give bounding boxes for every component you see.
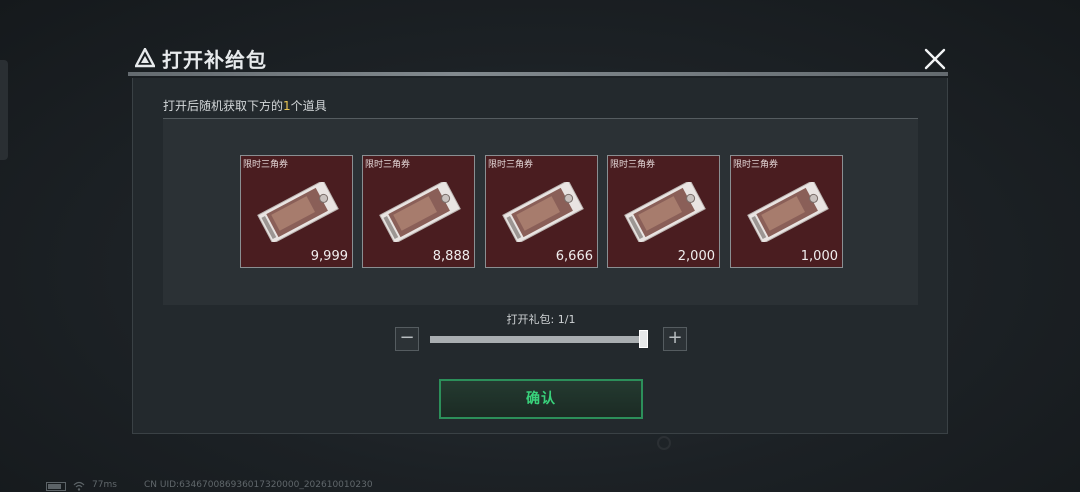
item-count: 8,888	[432, 249, 470, 264]
item-count: 6,666	[555, 249, 593, 264]
subtitle-count: 1	[283, 99, 291, 113]
wifi-icon	[73, 481, 85, 491]
ticket-icon	[257, 182, 339, 242]
subtitle-prefix: 打开后随机获取下方的	[163, 99, 284, 113]
ticket-icon	[624, 182, 706, 242]
open-count-label: 打开礼包: 1/1	[506, 313, 576, 326]
slider-fill	[430, 336, 648, 343]
subtitle-suffix: 个道具	[290, 99, 327, 113]
user-uid: CN UID:634670086936017320000_20261001023…	[144, 480, 373, 490]
dialog-panel: 打开后随机获取下方的1个道具 限时三角券 9,999 限时三角券 8,888 限…	[132, 78, 948, 434]
confirm-button[interactable]: 确认	[439, 379, 643, 419]
reward-item[interactable]: 限时三角券 9,999	[240, 155, 353, 268]
ticket-icon	[747, 182, 829, 242]
decrease-button[interactable]: −	[395, 327, 419, 351]
slider-handle[interactable]	[639, 330, 648, 348]
ticket-icon	[502, 182, 584, 242]
dialog-title: 打开补给包	[162, 48, 267, 72]
reward-item[interactable]: 限时三角券 8,888	[362, 155, 475, 268]
reward-item[interactable]: 限时三角券 6,666	[485, 155, 598, 268]
item-label: 限时三角券	[733, 160, 779, 170]
item-count: 2,000	[677, 249, 715, 264]
items-area: 限时三角券 9,999 限时三角券 8,888 限时三角券 6,666 限时三角…	[163, 119, 918, 305]
ticket-icon	[379, 182, 461, 242]
reward-item[interactable]: 限时三角券 2,000	[607, 155, 720, 268]
close-button[interactable]	[921, 45, 949, 73]
latency-readout: 77ms	[92, 480, 117, 490]
increase-button[interactable]: +	[663, 327, 687, 351]
item-label: 限时三角券	[488, 160, 534, 170]
item-label: 限时三角券	[365, 160, 411, 170]
reward-item[interactable]: 限时三角券 1,000	[730, 155, 843, 268]
item-count: 1,000	[800, 249, 838, 264]
item-label: 限时三角券	[243, 160, 289, 170]
close-icon	[924, 48, 946, 70]
item-count: 9,999	[310, 249, 348, 264]
item-label: 限时三角券	[610, 160, 656, 170]
dialog-subtitle: 打开后随机获取下方的1个道具	[163, 97, 327, 114]
background-dot	[657, 436, 671, 450]
quantity-slider[interactable]	[430, 336, 648, 343]
battery-icon	[46, 482, 66, 491]
header-divider	[128, 72, 948, 76]
background-edge-tab	[0, 60, 8, 160]
delta-logo-icon	[135, 48, 155, 68]
